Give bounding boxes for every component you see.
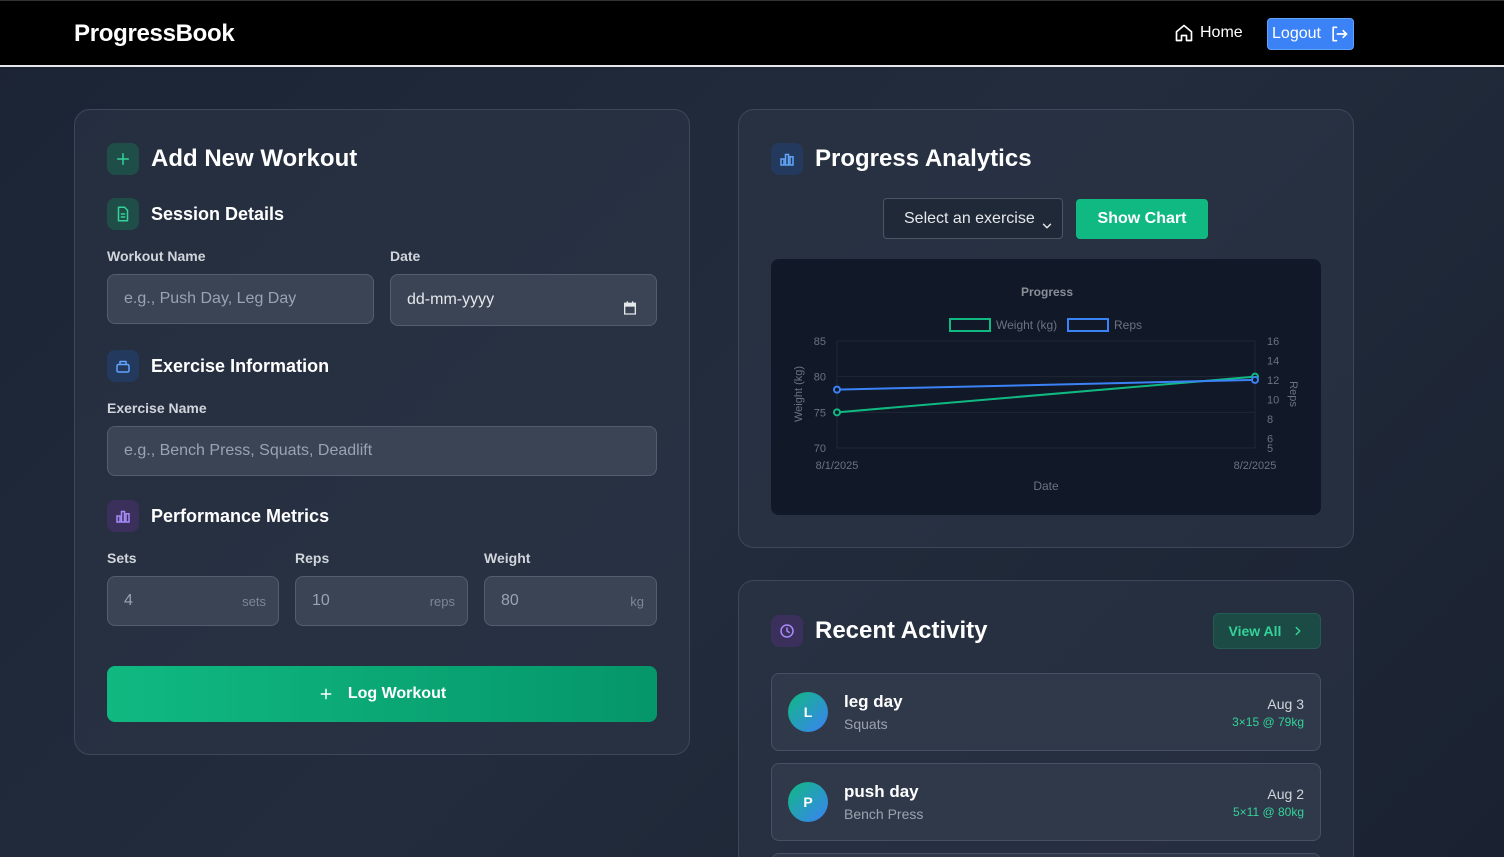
analytics-heading: Progress Analytics [771, 143, 1032, 175]
navbar: ProgressBook Home Logout [0, 0, 1504, 67]
document-icon [107, 198, 139, 230]
avatar: P [788, 782, 828, 822]
workout-name-placeholder: e.g., Push Day, Leg Day [124, 290, 297, 307]
recent-activity-heading: Recent Activity [771, 615, 988, 647]
y2-tick-label: 12 [1267, 375, 1279, 387]
y2-tick-label: 16 [1267, 336, 1279, 348]
add-workout-heading: Add New Workout [107, 143, 357, 175]
log-workout-label: Log Workout [347, 685, 447, 702]
y-axis-label: Weight (kg) [793, 366, 805, 422]
legend-label-reps: Reps [1114, 318, 1142, 332]
legend-swatch-weight [949, 318, 991, 332]
data-point [833, 385, 841, 394]
sets-unit: sets [242, 593, 266, 609]
y-tick-label: 85 [814, 336, 826, 348]
x-axis-label: Date [1033, 479, 1059, 493]
equipment-icon [107, 350, 139, 382]
activity-stats: 3×15 @ 79kg [1232, 715, 1304, 729]
home-icon [1174, 23, 1194, 43]
progress-chart: Progress Weight (kg) Reps 70 75 80 85 5 6 8 10 1… [771, 259, 1321, 515]
log-workout-button[interactable]: Log Workout [107, 666, 657, 722]
reps-label: Reps [295, 550, 330, 566]
workout-name-label: Workout Name [107, 248, 206, 264]
chevron-right-icon [1291, 624, 1305, 638]
activity-exercise: Bench Press [844, 806, 924, 822]
weight-input[interactable]: 80 kg [484, 576, 657, 626]
clock-icon [771, 615, 803, 647]
reps-unit: reps [429, 593, 455, 609]
chart-legend: Weight (kg) Reps [949, 318, 1142, 332]
logout-label: Logout [1272, 25, 1321, 42]
exercise-select-value: Select an exercise [904, 209, 1035, 227]
activity-name: leg day [844, 692, 903, 711]
activity-exercise: Squats [844, 716, 888, 732]
view-all-button[interactable]: View All [1213, 613, 1321, 649]
exercise-info-title: Exercise Information [151, 355, 330, 376]
x-tick-label: 8/2/2025 [1234, 460, 1277, 472]
reps-placeholder: 10 [312, 592, 330, 609]
bar-chart-icon [771, 143, 803, 175]
logout-button[interactable]: Logout [1267, 18, 1354, 50]
y2-tick-label: 6 [1267, 433, 1273, 445]
y2-tick-label: 8 [1267, 414, 1273, 426]
chart-title: Progress [1021, 285, 1073, 299]
analytics-title: Progress Analytics [815, 145, 1032, 172]
exercise-name-label: Exercise Name [107, 400, 207, 416]
activity-stats: 5×11 @ 80kg [1232, 805, 1304, 819]
activity-item[interactable] [771, 853, 1321, 857]
home-link[interactable]: Home [1174, 23, 1243, 43]
view-all-label: View All [1228, 623, 1282, 639]
data-point [833, 408, 841, 417]
recent-activity-title: Recent Activity [815, 617, 988, 644]
exercise-name-placeholder: e.g., Bench Press, Squats, Deadlift [124, 442, 373, 459]
legend-label-weight: Weight (kg) [996, 318, 1057, 332]
y-tick-label: 75 [814, 407, 826, 419]
session-details-heading: Session Details [107, 198, 284, 230]
activity-date: Aug 3 [1267, 696, 1304, 712]
reps-input[interactable]: 10 reps [295, 576, 468, 626]
date-value: dd-mm-yyyy [407, 291, 495, 308]
y2-axis-label: Reps [1287, 381, 1299, 407]
sets-input[interactable]: 4 sets [107, 576, 279, 626]
exercise-info-heading: Exercise Information [107, 350, 329, 382]
activity-item[interactable]: L leg day Squats Aug 3 3×15 @ 79kg [771, 673, 1321, 751]
series-line [836, 378, 1256, 391]
y2-tick-label: 10 [1267, 394, 1279, 406]
weight-unit: kg [630, 593, 644, 609]
plus-icon [107, 143, 139, 175]
weight-placeholder: 80 [501, 592, 519, 609]
performance-metrics-heading: Performance Metrics [107, 500, 329, 532]
date-label: Date [390, 248, 421, 264]
activity-item[interactable]: P push day Bench Press Aug 2 5×11 @ 80kg [771, 763, 1321, 841]
add-workout-title: Add New Workout [151, 145, 358, 172]
chart-ticks: 70758085568101214168/1/2025 8/2/2025 [814, 336, 1280, 472]
logout-icon [1329, 24, 1349, 44]
sets-label: Sets [107, 550, 137, 566]
y-tick-label: 80 [814, 372, 826, 384]
weight-label: Weight [484, 550, 531, 566]
home-link-label: Home [1200, 24, 1243, 41]
chart-svg: Progress Weight (kg) Reps 70758085568101… [793, 285, 1299, 493]
exercise-select[interactable]: Select an exercise [883, 198, 1063, 239]
data-point [1251, 375, 1259, 384]
brand-logo[interactable]: ProgressBook [74, 20, 235, 48]
x-tick-label: 8/1/2025 [816, 460, 859, 472]
workout-name-input[interactable]: e.g., Push Day, Leg Day [107, 274, 374, 324]
plus-icon [318, 686, 334, 702]
activity-name: push day [844, 782, 919, 801]
exercise-name-input[interactable]: e.g., Bench Press, Squats, Deadlift [107, 426, 657, 476]
chart-lines [833, 372, 1259, 417]
date-input[interactable]: dd-mm-yyyy [390, 274, 657, 326]
activity-date: Aug 2 [1267, 786, 1304, 802]
y2-tick-label: 14 [1267, 355, 1279, 367]
legend-swatch-reps [1067, 318, 1109, 332]
show-chart-button[interactable]: Show Chart [1076, 199, 1208, 239]
performance-metrics-title: Performance Metrics [151, 505, 330, 526]
y-tick-label: 70 [814, 443, 826, 455]
sets-placeholder: 4 [124, 592, 133, 609]
bar-chart-icon [107, 500, 139, 532]
avatar: L [788, 692, 828, 732]
session-details-title: Session Details [151, 203, 285, 224]
